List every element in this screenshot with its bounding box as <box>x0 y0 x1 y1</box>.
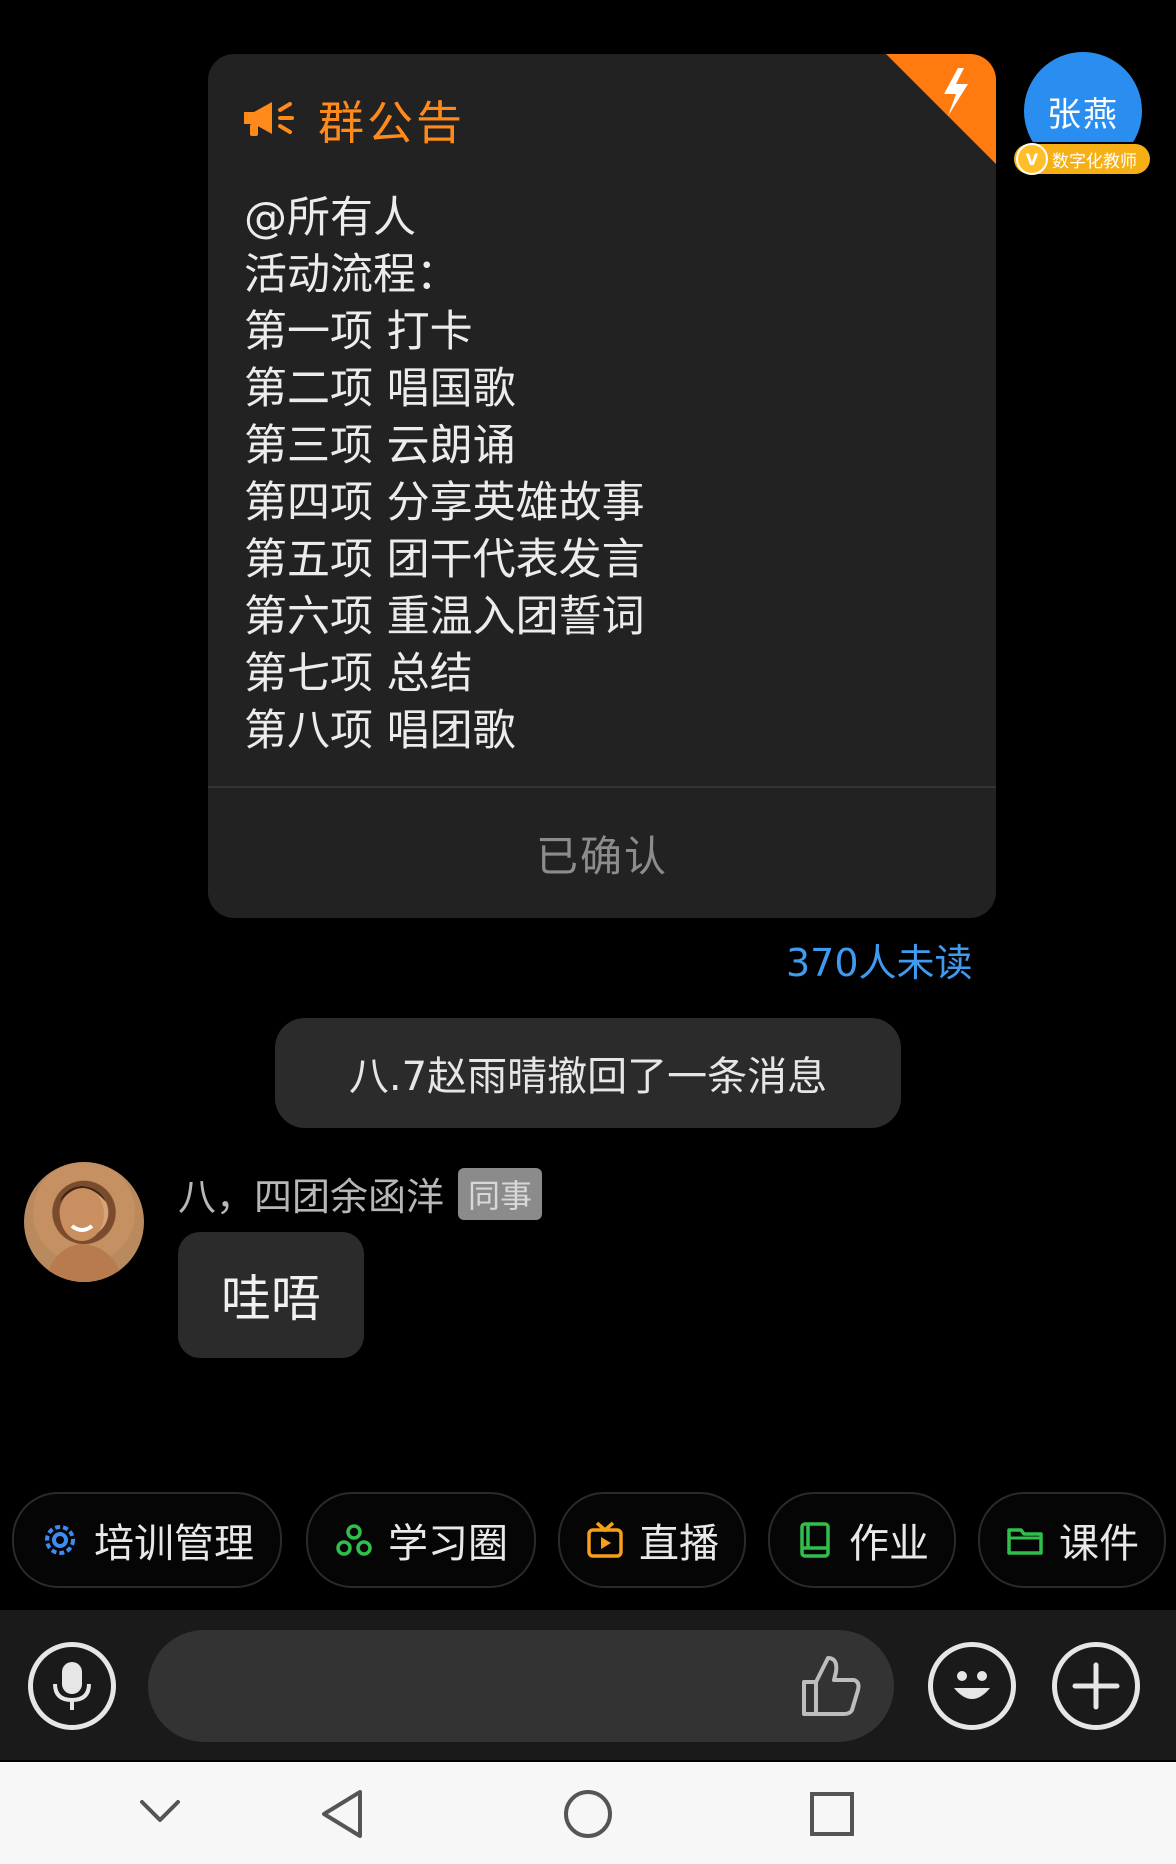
quick-action-homework[interactable]: 作业 <box>768 1492 956 1588</box>
voice-button[interactable] <box>28 1642 116 1730</box>
confirm-button[interactable]: 已确认 <box>208 788 996 918</box>
quick-action-label: 课件 <box>1059 1521 1139 1567</box>
lightning-corner-icon <box>886 54 996 164</box>
microphone-icon <box>53 1662 91 1710</box>
avatar-name: 张燕 <box>1047 94 1119 135</box>
v-icon: V <box>1016 143 1048 175</box>
message-input[interactable] <box>148 1630 894 1742</box>
avatar-photo-icon <box>44 1186 124 1282</box>
emoji-button[interactable] <box>928 1642 1016 1730</box>
plus-icon <box>1072 1662 1120 1710</box>
quick-action-label: 培训管理 <box>94 1521 254 1567</box>
megaphone-icon <box>242 98 296 142</box>
quick-action-study-circle[interactable]: 学习圈 <box>306 1492 536 1588</box>
back-icon[interactable] <box>318 1788 368 1840</box>
group-announcement-card[interactable]: 群公告 @所有人 活动流程： 第一项 打卡 第二项 唱国歌 第三项 云朗诵 第四… <box>208 54 996 918</box>
tv-icon <box>587 1521 623 1558</box>
home-icon[interactable] <box>562 1788 614 1840</box>
quick-action-courseware[interactable]: 课件 <box>978 1492 1166 1588</box>
recall-notice: 八.7赵雨晴撤回了一条消息 <box>275 1018 901 1128</box>
sender-name-label: 八，四团余函洋 <box>178 1175 445 1219</box>
quick-action-label: 作业 <box>849 1521 929 1567</box>
quick-action-label: 学习圈 <box>388 1521 508 1567</box>
smiley-icon <box>954 1671 990 1699</box>
chevron-down-icon[interactable] <box>138 1796 182 1826</box>
folder-icon <box>1007 1528 1043 1555</box>
circle-group-icon <box>336 1524 372 1556</box>
badge-label: 数字化教师 <box>1052 151 1137 172</box>
quick-action-label: 直播 <box>639 1521 719 1567</box>
more-button[interactable] <box>1052 1642 1140 1730</box>
message-bubble[interactable]: 哇唔 <box>178 1232 364 1358</box>
message-sender: 八，四团余函洋 同事 <box>178 1166 543 1221</box>
avatar[interactable] <box>24 1162 144 1282</box>
quick-action-live[interactable]: 直播 <box>558 1492 746 1588</box>
announcement-body: @所有人 活动流程： 第一项 打卡 第二项 唱国歌 第三项 云朗诵 第四项 分享… <box>244 193 645 756</box>
announcement-title: 群公告 <box>318 96 465 150</box>
teacher-badge: V 数字化教师 <box>1014 143 1150 175</box>
input-bar <box>0 1610 1176 1760</box>
announcement-header: 群公告 <box>242 88 465 152</box>
colleague-tag: 同事 <box>458 1167 543 1220</box>
book-icon <box>800 1522 830 1558</box>
quick-action-training[interactable]: 培训管理 <box>12 1492 282 1588</box>
system-nav-bar <box>0 1762 1176 1864</box>
thumbs-up-icon[interactable] <box>796 1650 866 1724</box>
gear-icon <box>45 1525 75 1555</box>
recents-icon[interactable] <box>808 1790 856 1838</box>
unread-count-link[interactable]: 370人未读 <box>786 932 973 987</box>
